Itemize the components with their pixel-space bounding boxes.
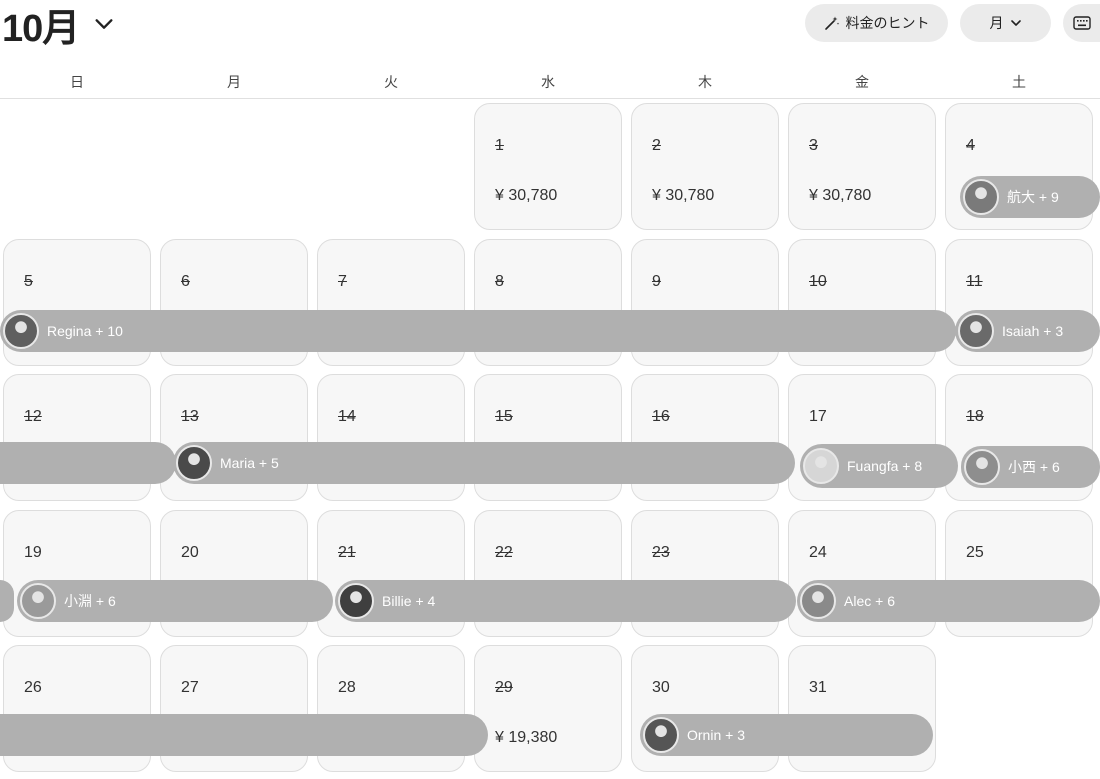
day-cell[interactable]: 2 ¥ 30,780 xyxy=(631,103,779,230)
day-number: 8 xyxy=(495,273,504,290)
magic-wand-icon xyxy=(824,16,839,30)
day-number: 19 xyxy=(24,544,42,561)
guest-avatar xyxy=(800,583,836,619)
day-number: 1 xyxy=(495,137,504,154)
day-number: 22 xyxy=(495,544,513,561)
reservation-bar[interactable]: 小西 + 6 xyxy=(961,446,1100,488)
reservation-bar[interactable]: Ornin + 3 xyxy=(640,714,933,756)
day-number: 5 xyxy=(24,273,33,290)
guest-avatar xyxy=(3,313,39,349)
weekday-sat: 土 xyxy=(1012,74,1026,90)
day-number: 17 xyxy=(809,408,827,425)
guest-avatar xyxy=(963,179,999,215)
day-number: 24 xyxy=(809,544,827,561)
reservation-bar[interactable]: 航大 + 9 xyxy=(960,176,1100,218)
view-selector-button[interactable]: 月 xyxy=(960,4,1051,42)
day-number: 7 xyxy=(338,273,347,290)
reservation-bar[interactable]: Isaiah + 3 xyxy=(955,310,1100,352)
day-number: 15 xyxy=(495,408,513,425)
guest-label: Ornin + 3 xyxy=(687,727,745,743)
day-number: 31 xyxy=(809,679,827,696)
reservation-bar[interactable] xyxy=(0,714,488,756)
month-selector[interactable]: 10月 xyxy=(2,2,115,50)
day-number: 26 xyxy=(24,679,42,696)
day-price: ¥ 30,780 xyxy=(652,187,715,204)
day-number: 13 xyxy=(181,408,199,425)
day-number: 14 xyxy=(338,408,356,425)
day-number: 18 xyxy=(966,408,984,425)
day-number: 4 xyxy=(966,137,975,154)
guest-avatar xyxy=(803,448,839,484)
price-hint-button[interactable]: 料金のヒント xyxy=(805,4,948,42)
guest-label: Maria + 5 xyxy=(220,455,279,471)
price-hint-label: 料金のヒント xyxy=(845,15,930,31)
reservation-bar[interactable]: Maria + 5 xyxy=(173,442,795,484)
guest-label: Fuangfa + 8 xyxy=(847,458,923,474)
day-number: 11 xyxy=(966,273,983,290)
calendar-header: 10月 料金のヒント 月 xyxy=(0,0,1100,60)
weekday-wed: 水 xyxy=(541,74,555,90)
guest-label: Regina + 10 xyxy=(47,323,123,339)
weekday-sun: 日 xyxy=(70,74,84,90)
weekday-thu: 木 xyxy=(698,74,712,90)
day-number: 3 xyxy=(809,137,818,154)
day-number: 10 xyxy=(809,273,827,290)
weekday-fri: 金 xyxy=(855,74,869,90)
day-number: 30 xyxy=(652,679,670,696)
guest-avatar xyxy=(958,313,994,349)
day-cell[interactable]: 3 ¥ 30,780 xyxy=(788,103,936,230)
day-number: 12 xyxy=(24,408,42,425)
guest-label: 小淵 + 6 xyxy=(64,593,116,609)
guest-avatar xyxy=(176,445,212,481)
day-number: 9 xyxy=(652,273,661,290)
weekday-mon: 月 xyxy=(227,74,241,90)
day-number: 20 xyxy=(181,544,199,561)
day-number: 23 xyxy=(652,544,670,561)
day-price: ¥ 19,380 xyxy=(495,729,558,746)
day-number: 16 xyxy=(652,408,670,425)
day-cell[interactable]: 1 ¥ 30,780 xyxy=(474,103,622,230)
guest-avatar xyxy=(20,583,56,619)
day-cell[interactable]: 29 ¥ 19,380 xyxy=(474,645,622,772)
view-label: 月 xyxy=(989,15,1004,31)
keyboard-icon xyxy=(1072,16,1091,30)
reservation-bar[interactable]: 小淵 + 6 xyxy=(17,580,333,622)
weekday-tue: 火 xyxy=(384,74,398,90)
reservation-bar[interactable]: Regina + 10 xyxy=(0,310,956,352)
guest-label: Alec + 6 xyxy=(844,593,895,609)
keyboard-shortcuts-button[interactable] xyxy=(1063,4,1100,42)
guest-label: Billie + 4 xyxy=(382,593,436,609)
guest-label: 小西 + 6 xyxy=(1008,459,1060,475)
guest-avatar xyxy=(643,717,679,753)
day-number: 21 xyxy=(338,544,356,561)
day-number: 2 xyxy=(652,137,661,154)
day-number: 29 xyxy=(495,679,513,696)
guest-label: 航大 + 9 xyxy=(1007,189,1059,205)
guest-avatar xyxy=(338,583,374,619)
month-label: 10月 xyxy=(2,7,80,50)
day-number: 6 xyxy=(181,273,190,290)
reservation-bar[interactable] xyxy=(0,442,176,484)
day-number: 27 xyxy=(181,679,199,696)
guest-label: Isaiah + 3 xyxy=(1002,323,1064,339)
chevron-down-icon xyxy=(1010,20,1021,26)
chevron-down-icon xyxy=(95,19,113,29)
day-number: 25 xyxy=(966,544,984,561)
reservation-bar[interactable]: Fuangfa + 8 xyxy=(800,444,958,488)
guest-avatar xyxy=(964,449,1000,485)
day-price: ¥ 30,780 xyxy=(495,187,558,204)
day-price: ¥ 30,780 xyxy=(809,187,872,204)
reservation-bar[interactable]: Alec + 6 xyxy=(797,580,1100,622)
weekday-header: 日 月 火 水 木 金 土 xyxy=(0,64,1100,99)
day-number: 28 xyxy=(338,679,356,696)
reservation-bar[interactable]: Billie + 4 xyxy=(335,580,796,622)
